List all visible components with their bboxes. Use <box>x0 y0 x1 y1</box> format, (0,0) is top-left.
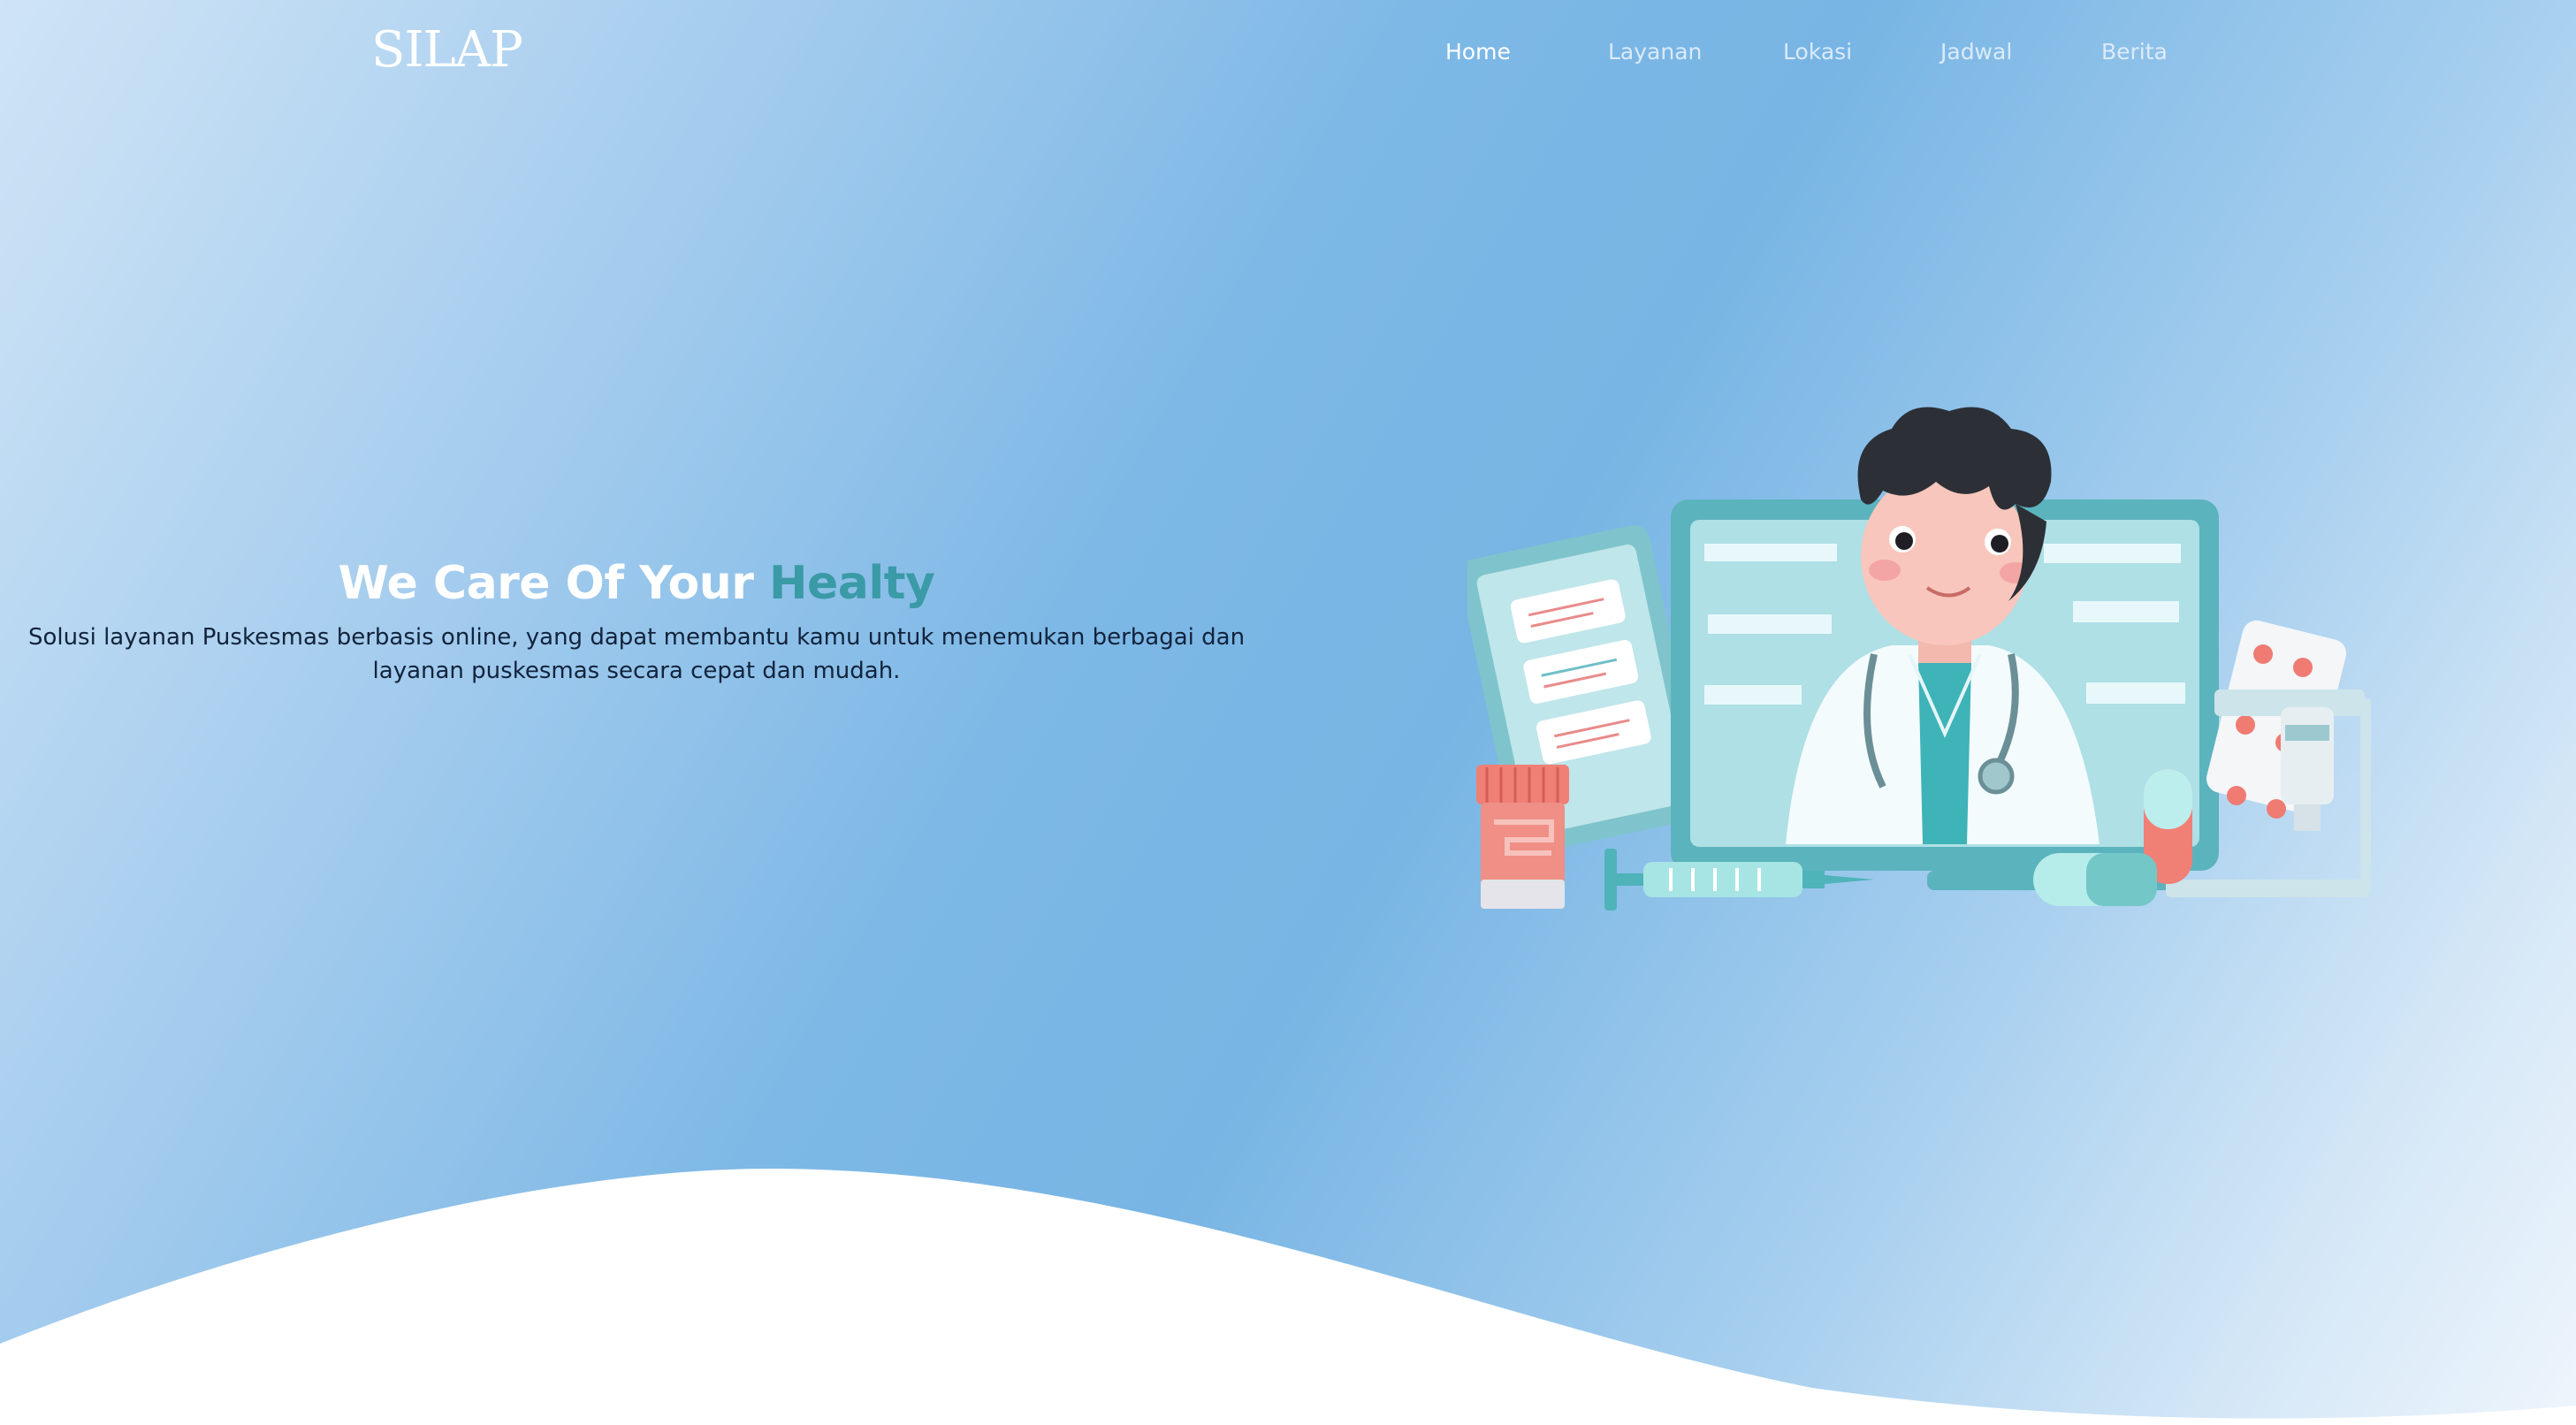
bottom-wave-decoration <box>0 1168 2576 1425</box>
